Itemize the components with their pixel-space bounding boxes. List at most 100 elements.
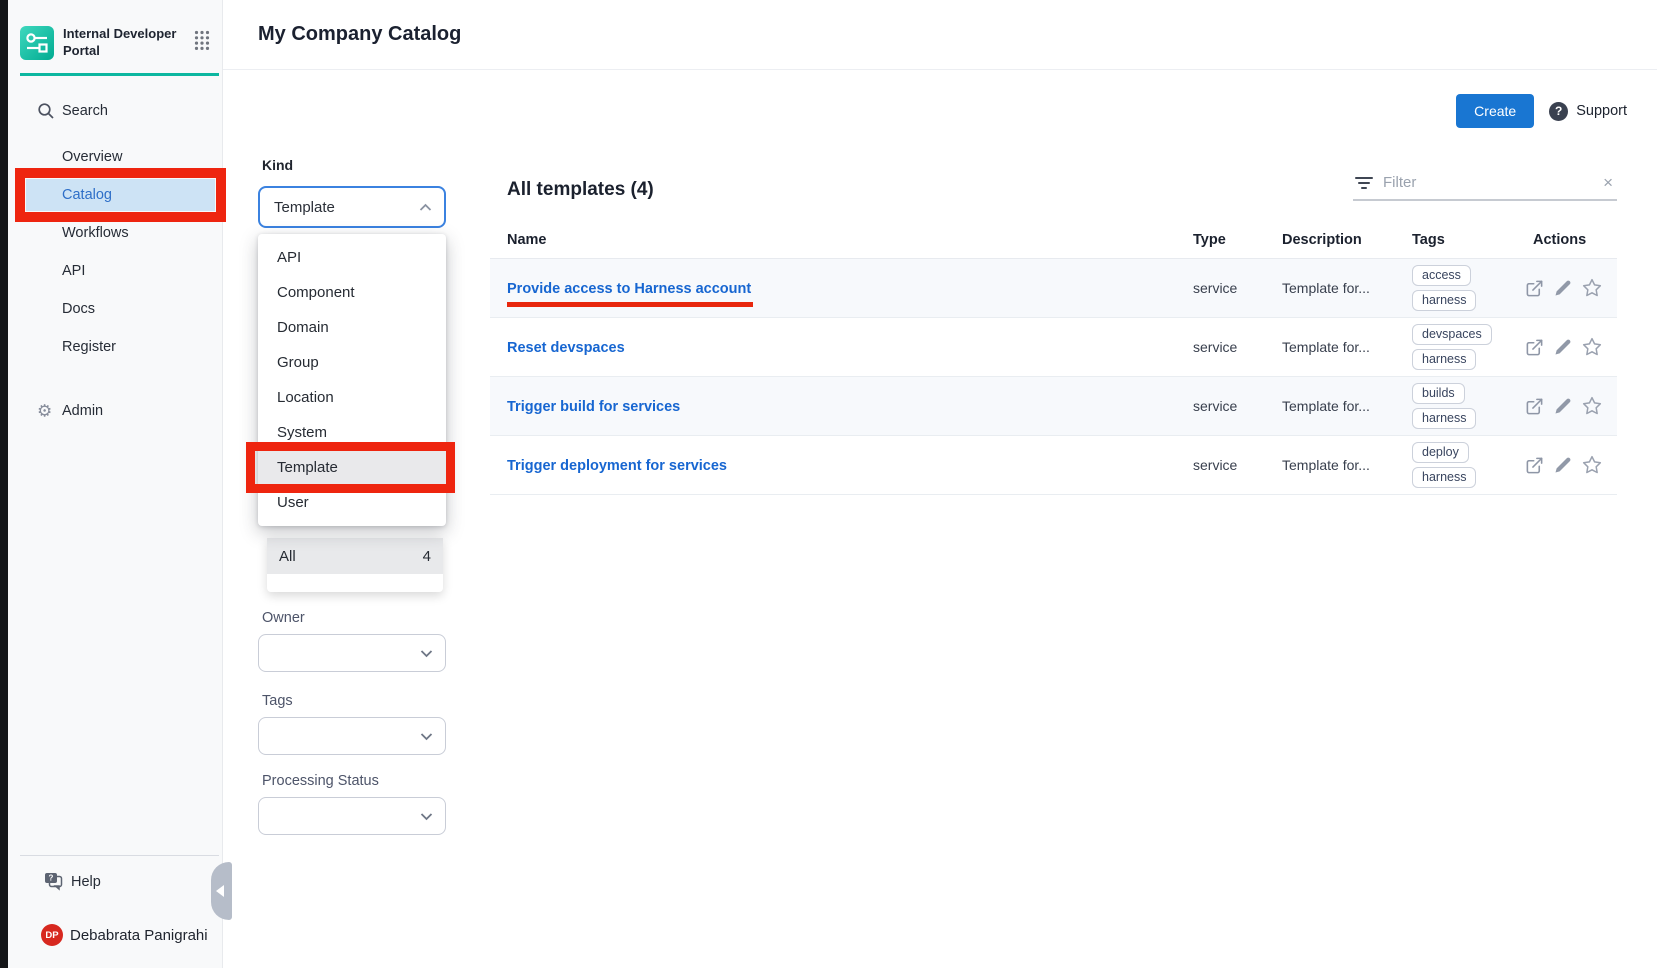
edit-pencil-icon[interactable] xyxy=(1554,397,1572,415)
sidebar-item-label: API xyxy=(62,263,85,279)
open-in-new-icon[interactable] xyxy=(1525,456,1544,475)
kind-option-label: Domain xyxy=(277,319,329,336)
open-in-new-icon[interactable] xyxy=(1525,279,1544,298)
sidebar: Internal Developer Portal xyxy=(8,0,223,968)
sidebar-item-overview[interactable]: Overview xyxy=(8,138,222,176)
filter-placeholder: Filter xyxy=(1383,174,1416,191)
kind-option-group[interactable]: Group xyxy=(258,345,446,380)
chevron-down-icon xyxy=(420,649,433,658)
edit-pencil-icon[interactable] xyxy=(1554,338,1572,356)
kind-option-user[interactable]: User xyxy=(258,485,446,520)
support-button[interactable]: ? Support xyxy=(1549,102,1627,121)
column-header-actions: Actions xyxy=(1517,232,1617,248)
sidebar-item-docs[interactable]: Docs xyxy=(8,290,222,328)
row-tags: buildsharness xyxy=(1412,377,1517,435)
edit-pencil-icon[interactable] xyxy=(1554,279,1572,297)
filter-input[interactable]: Filter × xyxy=(1353,168,1617,201)
column-header-tags: Tags xyxy=(1412,232,1517,248)
template-name-link[interactable]: Trigger deployment for services xyxy=(507,458,727,474)
kind-option-label: Group xyxy=(277,354,319,371)
row-description: Template for... xyxy=(1282,339,1412,355)
idp-logo-icon xyxy=(20,26,54,60)
facet-count: 4 xyxy=(423,548,431,565)
row-description: Template for... xyxy=(1282,280,1412,296)
row-actions xyxy=(1517,278,1617,298)
open-in-new-icon[interactable] xyxy=(1525,338,1544,357)
user-name: Debabrata Panigrahi xyxy=(70,927,208,944)
svg-text:?: ? xyxy=(49,874,54,883)
brand-divider xyxy=(20,73,219,76)
column-header-type: Type xyxy=(1193,232,1282,248)
close-icon[interactable]: × xyxy=(1603,174,1613,191)
help-label: Help xyxy=(71,874,101,890)
template-name-link[interactable]: Reset devspaces xyxy=(507,340,625,356)
star-icon[interactable] xyxy=(1582,396,1602,416)
facet-panel-padding xyxy=(267,574,443,592)
kind-option-label: Template xyxy=(277,459,338,476)
apps-grid-icon[interactable] xyxy=(194,30,210,56)
sidebar-item-label: Overview xyxy=(62,149,122,165)
kind-label: Kind xyxy=(262,157,293,173)
kind-option-location[interactable]: Location xyxy=(258,380,446,415)
kind-option-template[interactable]: Template xyxy=(258,450,446,485)
star-icon[interactable] xyxy=(1582,278,1602,298)
column-header-name: Name xyxy=(490,232,1193,248)
row-type: service xyxy=(1193,280,1282,296)
kind-facet-panel: All 4 xyxy=(267,538,443,592)
row-description: Template for... xyxy=(1282,457,1412,473)
row-type: service xyxy=(1193,339,1282,355)
search-label: Search xyxy=(62,103,108,119)
sidebar-item-workflows[interactable]: Workflows xyxy=(8,214,222,252)
open-in-new-icon[interactable] xyxy=(1525,397,1544,416)
kind-option-system[interactable]: System xyxy=(258,415,446,450)
support-label: Support xyxy=(1576,103,1627,119)
kind-option-label: API xyxy=(277,249,301,266)
tags-select[interactable] xyxy=(258,717,446,755)
tag-chip: harness xyxy=(1412,290,1476,311)
star-icon[interactable] xyxy=(1582,455,1602,475)
templates-table: All templates (4) Filter × NameTypeDescr… xyxy=(490,168,1617,495)
page-title: My Company Catalog xyxy=(258,23,461,46)
table-row: Trigger deployment for services serviceTe… xyxy=(490,436,1617,495)
template-name-link[interactable]: Trigger build for services xyxy=(507,399,680,415)
row-actions xyxy=(1517,455,1617,475)
tags-label: Tags xyxy=(262,693,293,709)
sidebar-item-catalog[interactable]: Catalog xyxy=(8,176,222,214)
row-type: service xyxy=(1193,457,1282,473)
kind-option-component[interactable]: Component xyxy=(258,275,446,310)
chevron-up-icon xyxy=(419,203,432,212)
sidebar-item-admin[interactable]: ⚙ Admin xyxy=(8,392,222,430)
sidebar-item-label: Catalog xyxy=(62,187,112,203)
tag-chip: access xyxy=(1412,265,1471,286)
owner-select[interactable] xyxy=(258,634,446,672)
help-button[interactable]: ? Help xyxy=(8,868,222,896)
row-actions xyxy=(1517,337,1617,357)
kind-select[interactable]: Template xyxy=(258,186,446,228)
sidebar-item-register[interactable]: Register xyxy=(8,328,222,366)
tag-chip: harness xyxy=(1412,349,1476,370)
collapse-sidebar-handle[interactable] xyxy=(211,862,232,920)
sidebar-bottom-divider xyxy=(20,855,219,856)
kind-option-api[interactable]: API xyxy=(258,240,446,275)
star-icon[interactable] xyxy=(1582,337,1602,357)
row-tags: access harness xyxy=(1412,259,1517,317)
user-menu[interactable]: DP Debabrata Panigrahi xyxy=(8,922,222,948)
app-window: Internal Developer Portal xyxy=(0,0,1657,968)
sidebar-item-search[interactable]: Search xyxy=(8,92,222,130)
template-name-link[interactable]: Provide access to Harness account xyxy=(507,281,751,297)
gear-icon: ⚙ xyxy=(37,403,52,420)
table-row: Provide access to Harness account service… xyxy=(490,259,1617,318)
row-type: service xyxy=(1193,398,1282,414)
kind-dropdown: API Component Domain Group LocationSystem Tem… xyxy=(258,234,446,526)
sidebar-item-api[interactable]: API xyxy=(8,252,222,290)
facet-row-all[interactable]: All 4 xyxy=(267,538,443,574)
edit-pencil-icon[interactable] xyxy=(1554,456,1572,474)
tag-chip: harness xyxy=(1412,408,1476,429)
brand-title: Internal Developer Portal xyxy=(63,26,185,60)
row-tags: deployharness xyxy=(1412,436,1517,494)
kind-option-domain[interactable]: Domain xyxy=(258,310,446,345)
filter-funnel-icon xyxy=(1355,176,1373,190)
create-button[interactable]: Create xyxy=(1456,94,1534,128)
search-icon xyxy=(37,102,55,120)
processing-status-select[interactable] xyxy=(258,797,446,835)
